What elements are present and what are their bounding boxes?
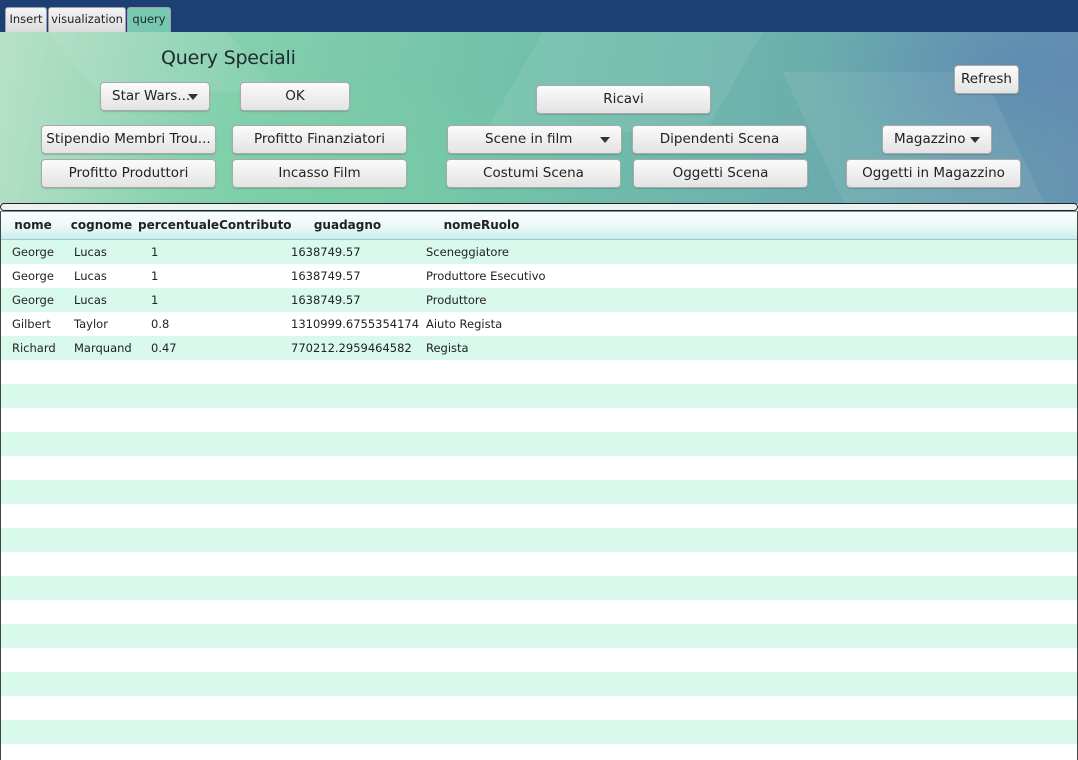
split-divider[interactable]	[0, 203, 1078, 211]
cell-percentuale-contributo: 0.47	[151, 341, 177, 355]
table-row[interactable]	[1, 408, 1077, 432]
cell-cognome: Marquand	[74, 341, 132, 355]
table-row[interactable]	[1, 720, 1077, 744]
cell-nome: Gilbert	[12, 317, 51, 331]
dipendenti-scena-button[interactable]: Dipendenti Scena	[632, 125, 807, 154]
chevron-down-icon	[188, 94, 198, 100]
results-table: nome cognome percentualeContributo guada…	[0, 211, 1078, 760]
column-header-nome[interactable]: nome	[1, 212, 65, 239]
cell-guadagno: 770212.2959464582	[291, 341, 412, 355]
magazzino-select-value: Magazzino	[894, 131, 966, 147]
column-header-guadagno[interactable]: guadagno	[281, 212, 414, 239]
cell-percentuale-contributo: 1	[151, 245, 159, 259]
tab-query[interactable]: query	[127, 7, 171, 32]
cell-nome: George	[12, 245, 54, 259]
cell-guadagno: 1638749.57	[291, 269, 361, 283]
cell-percentuale-contributo: 0.8	[151, 317, 170, 331]
magazzino-select[interactable]: Magazzino	[882, 125, 992, 154]
refresh-button[interactable]: Refresh	[954, 65, 1019, 94]
table-header: nome cognome percentualeContributo guada…	[1, 212, 1077, 240]
tab-bar: Insert visualization query	[0, 0, 1078, 32]
profitto-finanziatori-button[interactable]: Profitto Finanziatori	[232, 125, 407, 154]
tab-visualization[interactable]: visualization	[48, 7, 126, 32]
oggetti-scena-button[interactable]: Oggetti Scena	[633, 159, 808, 188]
cell-cognome: Taylor	[74, 317, 108, 331]
table-row[interactable]	[1, 480, 1077, 504]
background-facet	[485, 32, 775, 132]
table-row[interactable]	[1, 432, 1077, 456]
incasso-film-button[interactable]: Incasso Film	[232, 159, 407, 188]
cell-nome: George	[12, 269, 54, 283]
table-row[interactable]	[1, 696, 1077, 720]
cell-cognome: Lucas	[74, 269, 107, 283]
column-header-percentuale-contributo[interactable]: percentualeContributo	[138, 212, 292, 239]
scene-select[interactable]: Scene in film	[447, 125, 622, 154]
oggetti-magazzino-button[interactable]: Oggetti in Magazzino	[846, 159, 1021, 188]
table-row[interactable]	[1, 504, 1077, 528]
scene-select-value: Scene in film	[485, 131, 573, 147]
page-title: Query Speciali	[161, 47, 296, 69]
table-row[interactable]: Richard Marquand 0.47 770212.2959464582 Regi…	[1, 336, 1077, 360]
cell-nome-ruolo: Aiuto Regista	[426, 317, 503, 331]
table-row[interactable]	[1, 552, 1077, 576]
cell-guadagno: 1638749.57	[291, 293, 361, 307]
column-header-cognome[interactable]: cognome	[65, 212, 138, 239]
column-header-nome-ruolo[interactable]: nomeRuolo	[414, 212, 549, 239]
cell-guadagno: 1310999.6755354174	[291, 317, 420, 331]
table-row[interactable]	[1, 528, 1077, 552]
table-row[interactable]	[1, 456, 1077, 480]
table-row[interactable]	[1, 576, 1077, 600]
table-row[interactable]: George Lucas 1 1638749.57 Sceneggiatore	[1, 240, 1077, 264]
cell-nome: George	[12, 293, 54, 307]
cell-nome-ruolo: Regista	[426, 341, 469, 355]
cell-nome-ruolo: Sceneggiatore	[426, 245, 509, 259]
table-body: George Lucas 1 1638749.57 Sceneggiatore Georg…	[1, 240, 1077, 760]
chevron-down-icon	[600, 137, 610, 143]
cell-percentuale-contributo: 1	[151, 269, 159, 283]
table-row[interactable]	[1, 672, 1077, 696]
table-row[interactable]: Gilbert Taylor 0.8 1310999.6755354174 Aiuto …	[1, 312, 1077, 336]
table-row[interactable]	[1, 360, 1077, 384]
table-row[interactable]	[1, 384, 1077, 408]
cell-nome: Richard	[12, 341, 56, 355]
ok-button[interactable]: OK	[240, 82, 350, 111]
ricavi-button[interactable]: Ricavi	[536, 85, 711, 114]
table-row[interactable]	[1, 600, 1077, 624]
table-row[interactable]	[1, 744, 1077, 760]
table-row[interactable]	[1, 624, 1077, 648]
table-row[interactable]: George Lucas 1 1638749.57 Produttore Esecuti…	[1, 264, 1077, 288]
tab-insert[interactable]: Insert	[5, 7, 47, 32]
query-panel: Query Speciali Star Wars... OK Ricavi Re…	[0, 32, 1078, 204]
cell-nome-ruolo: Produttore	[426, 293, 487, 307]
chevron-down-icon	[970, 137, 980, 143]
stipendio-membri-button[interactable]: Stipendio Membri Trou...	[41, 125, 216, 154]
cell-guadagno: 1638749.57	[291, 245, 361, 259]
costumi-scena-button[interactable]: Costumi Scena	[446, 159, 621, 188]
film-select[interactable]: Star Wars...	[100, 82, 210, 111]
table-row[interactable]: George Lucas 1 1638749.57 Produttore	[1, 288, 1077, 312]
cell-nome-ruolo: Produttore Esecutivo	[426, 269, 546, 283]
table-row[interactable]	[1, 648, 1077, 672]
cell-cognome: Lucas	[74, 293, 107, 307]
cell-percentuale-contributo: 1	[151, 293, 159, 307]
profitto-produttori-button[interactable]: Profitto Produttori	[41, 159, 216, 188]
cell-cognome: Lucas	[74, 245, 107, 259]
film-select-value: Star Wars...	[112, 88, 191, 104]
